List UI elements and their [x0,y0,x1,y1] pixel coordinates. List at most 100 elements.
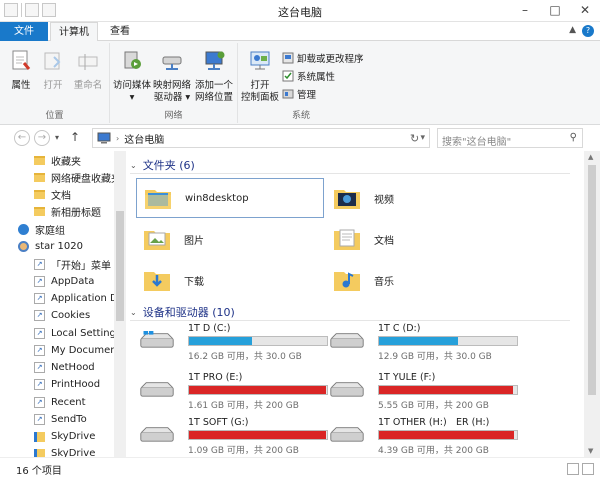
scroll-down-icon[interactable]: ▼ [588,447,593,455]
hard-drive-icon [140,382,174,397]
open-control-label-2: 控制面板 [240,92,279,103]
drive-tile[interactable]: 1T PRO (E:) 1.61 GB 可用，共 200 GB [138,372,328,411]
content-scrollbar[interactable]: ▲ ▼ [584,151,600,457]
folder-tile-videos[interactable]: 视频 [326,178,514,218]
shortcut-icon: ↗ [34,259,45,270]
nav-item[interactable]: 新相册标题 [34,203,101,220]
minimize-button[interactable]: – [510,0,540,20]
nav-item[interactable]: 文档 [34,186,71,203]
map-drive-button[interactable]: 映射网络 驱动器 ▾ [152,49,192,104]
nav-item[interactable]: ↗ Cookies [34,307,90,324]
nav-item-label: SendTo [51,414,87,425]
drive-tile[interactable]: 1T YULE (F:) 5.55 GB 可用，共 200 GB [328,372,518,411]
add-location-label-2: 网络位置 [194,92,233,103]
collapse-chevron-icon[interactable]: ⌄ [130,161,137,170]
shortcut-icon: ↗ [34,345,45,356]
tab-computer[interactable]: 计算机 [50,22,98,42]
nav-item[interactable]: ↗ Application D [34,290,118,307]
nav-item[interactable]: 网络硬盘收藏夹 [34,169,121,186]
manage-button[interactable]: 管理 [282,87,316,101]
drive-tile[interactable]: 1T D (C:) 16.2 GB 可用，共 30.0 GB [138,323,328,362]
folder-tile-downloads[interactable]: 下载 [136,260,324,300]
search-icon[interactable]: ⚲ [570,132,577,143]
ribbon-collapse-icon[interactable]: ▲ [569,25,576,35]
forward-button[interactable]: → [34,130,50,146]
folder-name: win8desktop [185,192,249,204]
check-icon [282,70,294,82]
folder-tile-win8desktop[interactable]: win8desktop [136,178,324,218]
uninstall-label: 卸载或更改程序 [297,54,364,65]
tab-file[interactable]: 文件 [0,22,48,41]
drive-tile[interactable]: 1T SOFT (G:) 1.09 GB 可用，共 200 GB [138,417,328,456]
folder-tile-music[interactable]: 音乐 [326,260,514,300]
nav-item-label: 「开始」菜单 [51,261,111,272]
drives-section-title: 设备和驱动器 (10) [142,306,235,319]
up-button[interactable]: ↑ [70,130,80,144]
nav-item-label: Recent [51,397,86,408]
system-properties-button[interactable]: 系统属性 [282,69,335,83]
folders-section-header[interactable]: ⌄ 文件夹 (6) [130,157,570,174]
refresh-button[interactable]: ↻ [410,132,419,145]
map-drive-label-1: 映射网络 [152,80,191,91]
nav-item[interactable]: ↗ My Document [34,342,121,359]
recent-locations-icon[interactable]: ▾ [55,133,59,142]
help-icon[interactable]: ? [582,25,594,37]
nav-item[interactable]: 收藏夹 [34,152,81,169]
open-icon [44,52,61,70]
tab-view[interactable]: 查看 [102,22,138,41]
address-path[interactable]: 这台电脑 [124,131,164,146]
address-toolbar: ← → ▾ ↑ › 这台电脑 ▾ ↻ 搜索"这台电脑" ⚲ [0,125,600,151]
back-button[interactable]: ← [14,130,30,146]
properties-button[interactable]: 属性 [8,49,34,92]
pictures-folder-icon [144,231,170,250]
open-control-panel-button[interactable]: 打开 控制面板 [240,49,280,104]
nav-item[interactable]: ↗ 「开始」菜单 [34,256,111,273]
search-box[interactable]: 搜索"这台电脑" ⚲ [437,128,583,148]
nav-item[interactable]: ↗ NetHood [34,359,95,376]
maximize-button[interactable]: □ [540,0,570,20]
nav-pane-scrollbar-thumb[interactable] [116,211,124,321]
add-network-location-button[interactable]: 添加一个 网络位置 [192,49,236,104]
access-media-label: 访问媒体 ▾ [112,80,151,103]
folder-tile-documents[interactable]: 文档 [326,219,514,259]
address-field[interactable]: › 这台电脑 ▾ [92,128,430,148]
folder-tile-pictures[interactable]: 图片 [136,219,324,259]
folder-name: 下载 [184,276,204,288]
drive-usage-fill [379,431,515,439]
nav-item[interactable]: ↗ Recent [34,394,86,411]
close-button[interactable]: ✕ [570,0,600,20]
nav-item[interactable]: ↗ Local Settings [34,325,121,342]
nav-item[interactable]: SkyDrive [34,428,95,445]
item-count: 16 个项目 [16,466,62,477]
nav-item-homegroup[interactable]: 家庭组 [18,221,65,238]
nav-item-user[interactable]: star 1020 [18,238,83,255]
folder-name: 视频 [374,194,394,206]
collapse-chevron-icon[interactable]: ⌄ [130,308,137,317]
address-dropdown-icon[interactable]: ▾ [420,133,425,143]
nav-item[interactable]: SkyDrive [34,445,95,457]
window-controls: – □ ✕ [510,0,600,20]
content-scrollbar-thumb[interactable] [588,165,596,395]
nav-item[interactable]: ↗ SendTo [34,411,87,428]
nav-item[interactable]: ↗ PrintHood [34,376,100,393]
access-media-button[interactable]: 访问媒体 ▾ [112,49,152,104]
location-group-name: 位置 [45,111,64,121]
map-drive-label-2: 驱动器 ▾ [153,92,191,103]
open-button[interactable]: 打开 [40,49,66,92]
drive-name: 1T D (C:) [188,323,231,334]
nav-item[interactable]: ↗ AppData [34,273,94,290]
drives-section-header[interactable]: ⌄ 设备和驱动器 (10) [130,304,570,321]
uninstall-button[interactable]: 卸载或更改程序 [282,51,364,65]
large-icons-view-icon[interactable] [582,463,594,475]
homegroup-icon [18,224,29,235]
nav-pane-scrollbar[interactable] [114,151,126,457]
drive-usage-bar [188,430,328,440]
control-panel-icon [250,51,270,70]
rename-button[interactable]: 重命名 [72,49,104,92]
search-placeholder: 搜索"这台电脑" [442,137,512,148]
details-view-icon[interactable] [567,463,579,475]
skydrive-icon [34,448,45,457]
drive-tile[interactable]: 1T C (D:) 12.9 GB 可用，共 30.0 GB [328,323,518,362]
drive-tile[interactable]: 1T OTHER (H:) ER (H:) 4.39 GB 可用，共 200 G… [328,417,518,456]
scroll-up-icon[interactable]: ▲ [588,153,593,161]
